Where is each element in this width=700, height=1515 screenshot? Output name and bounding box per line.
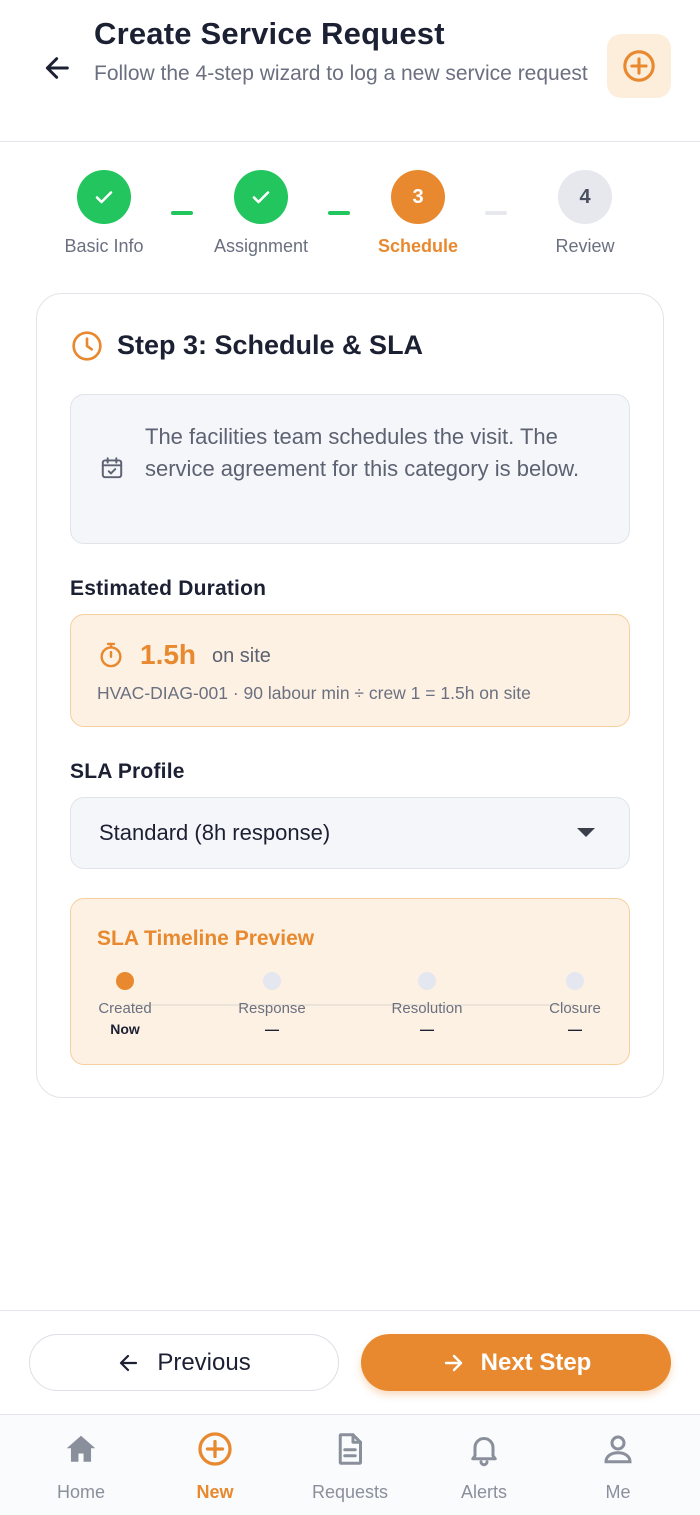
next-step-button[interactable]: Next Step	[361, 1334, 671, 1391]
step-schedule[interactable]: 3 Schedule	[348, 170, 488, 257]
timeline-name: Resolution	[391, 1000, 463, 1017]
home-icon	[66, 1435, 96, 1462]
duration-label: Estimated Duration	[70, 577, 267, 600]
nav-label: New	[196, 1482, 234, 1502]
duration-unit: on site	[212, 645, 271, 667]
timeline-item-resolution: Resolution —	[377, 972, 477, 1037]
arrow-left-icon	[120, 1354, 138, 1371]
timeline-item-created: Created Now	[75, 972, 175, 1037]
sla-profile-value: Standard (8h response)	[99, 820, 331, 845]
nav-label: Requests	[311, 1482, 389, 1502]
arrow-right-icon	[444, 1354, 462, 1371]
page-title: Create Service Request	[94, 16, 445, 51]
plus-circle-icon	[198, 1432, 232, 1466]
user-icon	[604, 1435, 632, 1464]
timeline-line	[125, 1004, 575, 1006]
schedule-card: Step 3: Schedule & SLA The facilities te…	[36, 293, 664, 1098]
nav-label: Home	[56, 1482, 105, 1502]
back-button[interactable]	[36, 46, 80, 90]
timeline-dot	[116, 972, 134, 990]
plus-circle-icon	[623, 50, 655, 82]
stopwatch-icon	[100, 642, 122, 668]
duration-box: 1.5h on site HVAC-DIAG-001 · 90 labour m…	[70, 614, 630, 727]
step-label: Review	[555, 236, 615, 256]
timeline-item-response: Response —	[222, 972, 322, 1037]
step-label: Schedule	[377, 236, 459, 256]
step-circle: 3	[391, 170, 445, 224]
card-title: Step 3: Schedule & SLA	[117, 330, 424, 360]
check-icon	[252, 191, 270, 204]
step-connector	[171, 211, 193, 215]
step-circle	[77, 170, 131, 224]
timeline-value: Now	[110, 1021, 140, 1037]
bottom-nav: Home New Requests Alerts Me	[0, 1414, 700, 1515]
nav-new[interactable]: New	[155, 1431, 275, 1503]
timeline-value: —	[568, 1021, 582, 1037]
bell-icon	[471, 1437, 497, 1467]
nav-requests[interactable]: Requests	[290, 1431, 410, 1503]
info-text: The facilities team schedules the visit.…	[145, 424, 580, 481]
timeline-value: —	[265, 1021, 279, 1037]
step-circle: 4	[558, 170, 612, 224]
timeline-dot	[566, 972, 584, 990]
arrow-left-icon	[45, 57, 69, 79]
nav-label: Alerts	[460, 1482, 507, 1502]
nav-home[interactable]: Home	[21, 1431, 141, 1503]
timeline-item-closure: Closure —	[525, 972, 625, 1037]
sla-profile-label: SLA Profile	[70, 760, 185, 783]
previous-button-label: Previous	[157, 1348, 251, 1376]
sla-timeline-preview: SLA Timeline Preview Created Now Respons…	[70, 898, 630, 1065]
info-callout: The facilities team schedules the visit.…	[70, 394, 630, 544]
step-assignment[interactable]: Assignment	[191, 170, 331, 257]
nav-me[interactable]: Me	[558, 1431, 678, 1503]
step-connector	[328, 211, 350, 215]
clock-icon	[72, 331, 102, 361]
nav-label: Me	[605, 1482, 631, 1502]
step-circle	[234, 170, 288, 224]
timeline-title: SLA Timeline Preview	[97, 927, 315, 950]
timeline-name: Closure	[549, 1000, 601, 1017]
step-label: Assignment	[213, 236, 309, 256]
duration-value: 1.5h	[140, 639, 197, 670]
timeline-dot	[263, 972, 281, 990]
chevron-down-icon	[577, 828, 595, 837]
duration-formula: HVAC-DIAG-001 · 90 labour min ÷ crew 1 =…	[97, 683, 531, 703]
wizard-action-bar: Previous Next Step	[0, 1310, 700, 1414]
step-review[interactable]: 4 Review	[515, 170, 655, 257]
timeline-dot	[418, 972, 436, 990]
calendar-check-icon	[101, 457, 123, 479]
page-subtitle: Follow the 4-step wizard to log a new se…	[94, 62, 588, 85]
step-label: Basic Info	[64, 236, 144, 256]
check-icon	[95, 191, 113, 204]
timeline-name: Created	[98, 1000, 152, 1017]
sla-profile-select[interactable]: Standard (8h response)	[70, 797, 630, 869]
timeline-name: Response	[238, 1000, 306, 1017]
document-icon	[338, 1433, 362, 1465]
next-step-button-label: Next Step	[480, 1348, 592, 1376]
previous-button[interactable]: Previous	[29, 1334, 339, 1391]
nav-alerts[interactable]: Alerts	[424, 1431, 544, 1503]
app-header: Create Service Request Follow the 4-step…	[0, 0, 700, 142]
timeline-value: —	[420, 1021, 434, 1037]
header-add-button[interactable]	[607, 34, 671, 98]
step-connector	[485, 211, 507, 215]
step-basic-info[interactable]: Basic Info	[34, 170, 174, 257]
